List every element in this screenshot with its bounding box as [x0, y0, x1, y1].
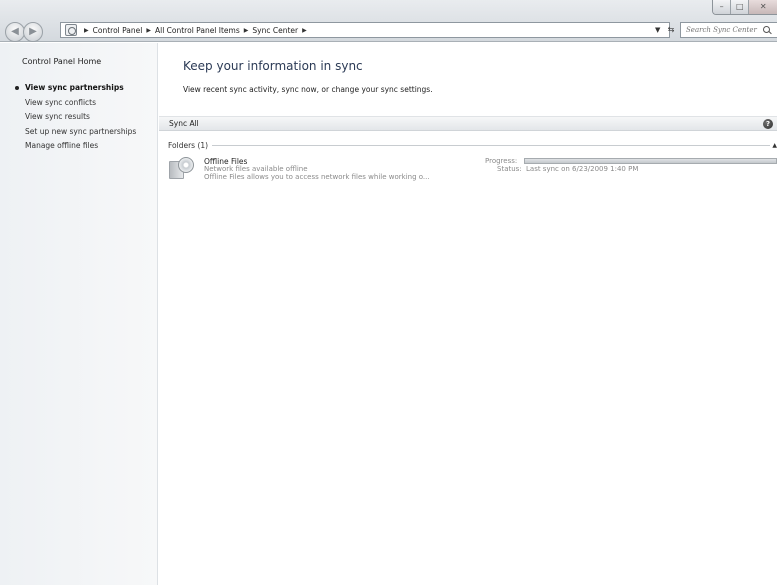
sidebar-item-set-up-partnerships[interactable]: Set up new sync partnerships [12, 127, 136, 142]
sidebar-item-label: View sync results [25, 112, 90, 121]
refresh-button[interactable]: ⇆ [664, 22, 678, 38]
back-button[interactable]: ◀ [5, 22, 25, 42]
progress-fill [525, 159, 776, 163]
control-panel-icon [65, 24, 77, 36]
status-value: Last sync on 6/23/2009 1:40 PM [526, 165, 639, 173]
forward-button[interactable]: ▶ [23, 22, 43, 42]
sidebar-item-view-sync-results[interactable]: View sync results [12, 112, 136, 127]
group-label: Folders (1) [168, 140, 209, 150]
chevron-right-icon[interactable]: ▶ [146, 27, 151, 34]
title-bar: – □ ✕ ◀ ▶ ▶ Control Panel ▶ All Control … [0, 0, 777, 42]
search-input[interactable] [686, 26, 760, 34]
search-box[interactable] [680, 22, 777, 38]
sidebar-item-label: Set up new sync partnerships [25, 126, 137, 136]
minimize-button[interactable]: – [713, 0, 731, 14]
left-pane: Control Panel Home View sync partnership… [0, 43, 158, 585]
group-header-folders[interactable]: Folders (1) ▲ [168, 140, 777, 150]
sidebar-item-view-sync-partnerships[interactable]: View sync partnerships [12, 83, 136, 98]
maximize-button[interactable]: □ [730, 0, 749, 14]
address-bar[interactable]: ▶ Control Panel ▶ All Control Panel Item… [60, 22, 670, 38]
page-title: Keep your information in sync [183, 59, 363, 73]
breadcrumb-all-items[interactable]: All Control Panel Items [155, 26, 240, 35]
help-icon[interactable]: ? [763, 119, 773, 129]
refresh-icon: ⇆ [667, 25, 675, 34]
breadcrumb-sync-center[interactable]: Sync Center [252, 26, 298, 35]
chevron-right-icon: ▶ [84, 26, 89, 34]
sync-all-button[interactable]: Sync All [169, 119, 199, 128]
chevron-down-icon: ▼ [655, 26, 661, 34]
main-content: Keep your information in sync View recen… [159, 43, 777, 585]
sidebar-item-label: Manage offline files [25, 141, 99, 150]
list-item[interactable]: Offline Files Network files available of… [164, 155, 777, 181]
item-subtitle: Network files available offline [204, 165, 308, 173]
breadcrumb-control-panel[interactable]: Control Panel [93, 26, 143, 35]
sidebar-item-manage-offline-files[interactable]: Manage offline files [12, 141, 136, 156]
item-detail: Offline Files allows you to access netwo… [204, 173, 430, 181]
offline-files-icon [169, 157, 195, 180]
sidebar-item-label: View sync partnerships [25, 83, 124, 92]
collapse-chevron-icon[interactable]: ▲ [772, 142, 777, 149]
command-bar: Sync All ? [159, 116, 777, 131]
chevron-right-icon[interactable]: ▶ [244, 27, 249, 34]
sidebar-item-view-sync-conflicts[interactable]: View sync conflicts [12, 98, 136, 113]
close-button[interactable]: ✕ [748, 0, 777, 14]
page-description: View recent sync activity, sync now, or … [183, 85, 433, 94]
progress-bar [524, 158, 777, 164]
bullet-icon [15, 86, 19, 90]
progress-label: Progress: [485, 157, 518, 165]
breadcrumb: ▶ Control Panel ▶ All Control Panel Item… [80, 26, 311, 35]
chevron-right-icon[interactable]: ▶ [302, 27, 307, 34]
sidebar-item-label: View sync conflicts [25, 97, 97, 107]
status-label: Status: [497, 165, 522, 173]
window-controls: – □ ✕ [712, 0, 777, 15]
group-divider [212, 144, 771, 146]
back-arrow-icon: ◀ [11, 26, 19, 37]
forward-arrow-icon: ▶ [29, 26, 37, 37]
control-panel-home-link[interactable]: Control Panel Home [22, 57, 101, 66]
task-list: View sync partnerships View sync conflic… [12, 83, 136, 156]
search-icon[interactable] [763, 25, 772, 35]
